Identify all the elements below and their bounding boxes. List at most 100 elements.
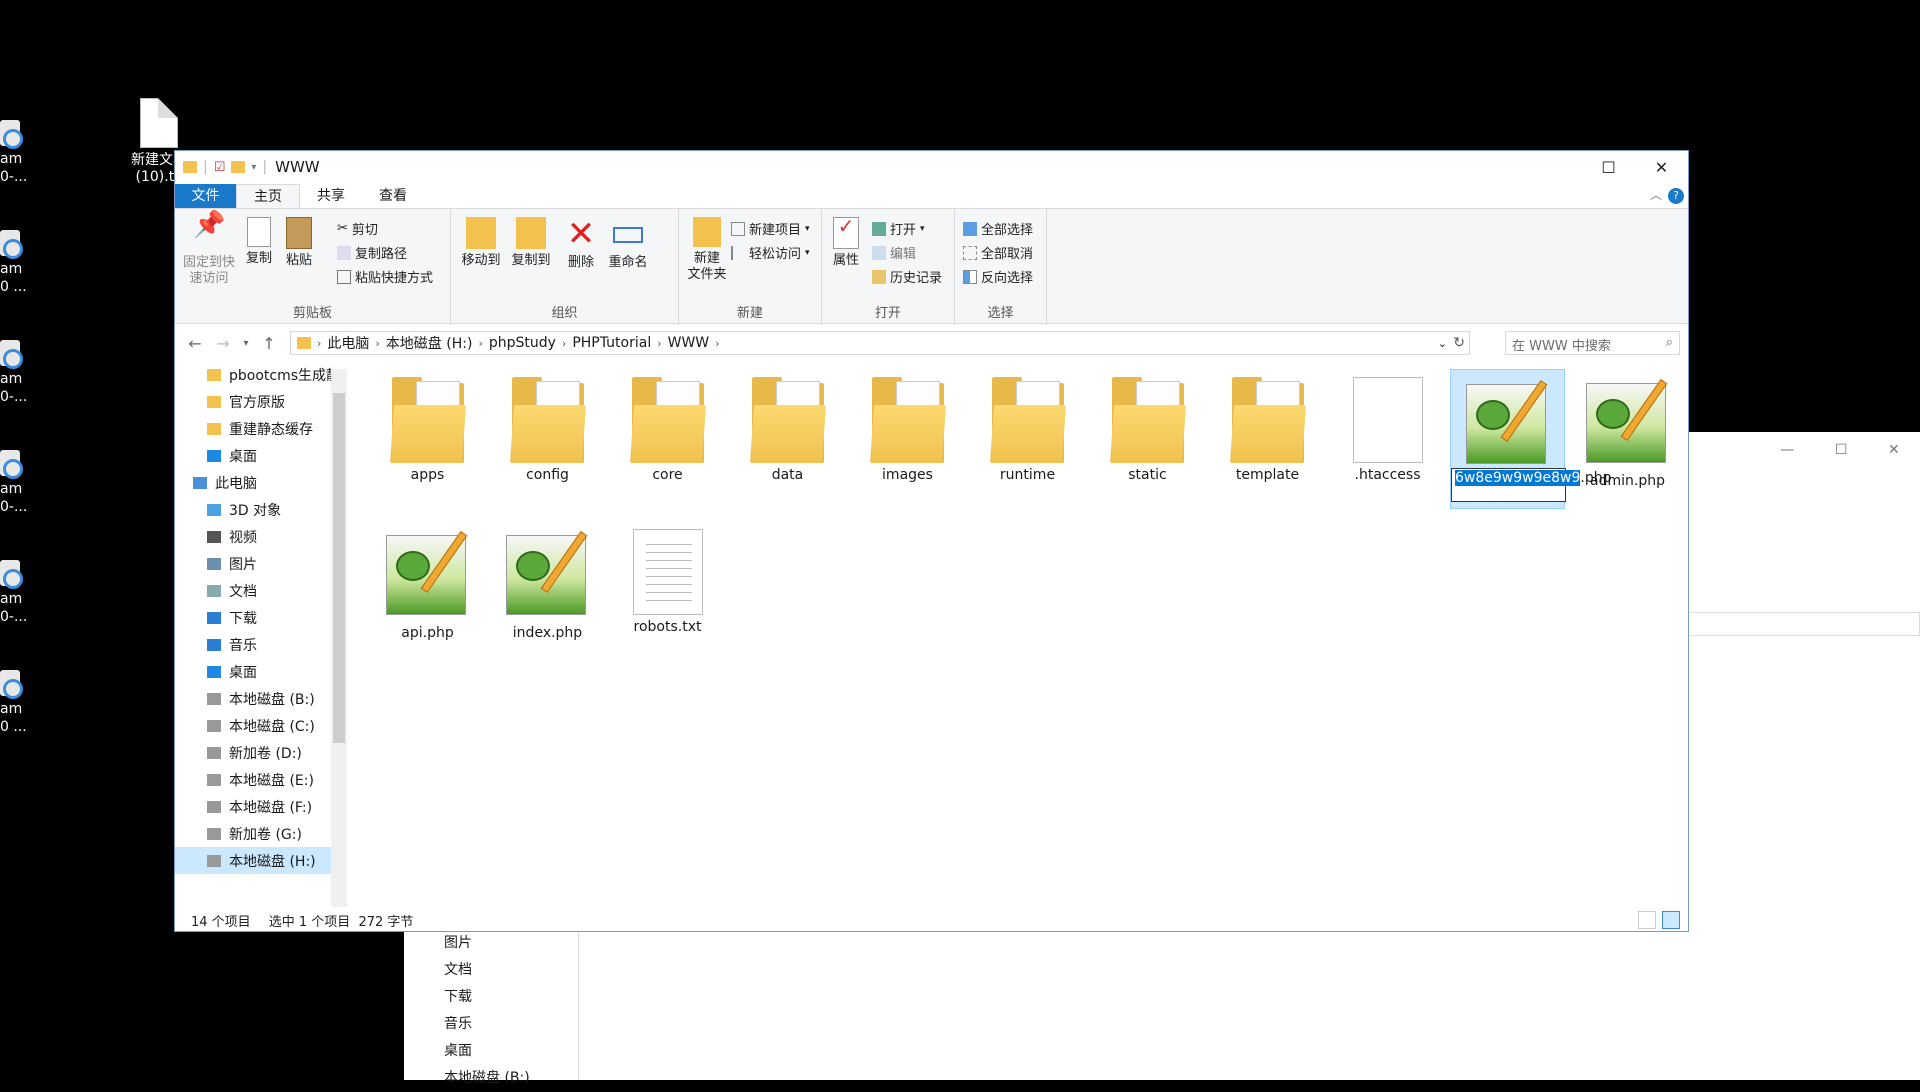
group-label-open: 打开 (874, 306, 901, 321)
desktop-shortcut[interactable]: am 0-... (0, 120, 34, 186)
select-none-button[interactable]: 全部取消 (963, 243, 1033, 262)
nav-item[interactable]: 重建静态缓存 (175, 415, 331, 442)
nav-item[interactable]: 本地磁盘 (B:) (175, 685, 331, 712)
file-item[interactable]: index.php (490, 521, 605, 661)
recent-chevron-icon[interactable]: ▾ (237, 338, 255, 349)
open-button[interactable]: 打开 ▾ (872, 219, 925, 238)
refresh-icon[interactable]: ↻ (1453, 335, 1465, 351)
file-item[interactable]: admin.php (1570, 369, 1685, 509)
nav-item[interactable]: 视频 (175, 523, 331, 550)
nav-item[interactable]: 新加卷 (D:) (175, 739, 331, 766)
bg-nav-item[interactable]: 文档 (444, 957, 472, 984)
new-folder-icon[interactable] (231, 161, 246, 173)
properties-button[interactable]: ✓ 属性 (826, 216, 866, 269)
file-name-label: index.php (512, 625, 583, 641)
nav-item[interactable]: 本地磁盘 (F:) (175, 793, 331, 820)
collapse-ribbon-icon[interactable]: ︿ (1650, 186, 1662, 203)
nav-item[interactable]: 本地磁盘 (H:) (175, 847, 331, 874)
details-view-button[interactable] (1638, 911, 1656, 929)
pin-quick-access-button[interactable]: 📌 固定到快 速访问 (181, 212, 237, 287)
nav-item[interactable]: 文档 (175, 577, 331, 604)
tab-home[interactable]: 主页 (236, 184, 300, 208)
file-item[interactable]: images (850, 369, 965, 509)
address-dropdown-chevron-icon[interactable]: ⌄ (1438, 337, 1447, 350)
desktop-shortcut[interactable]: am 0 ... (0, 670, 34, 736)
breadcrumb-item[interactable]: phpStudy (489, 335, 556, 351)
nav-item[interactable]: 此电脑 (175, 469, 331, 496)
breadcrumb-item[interactable]: PHPTutorial (572, 335, 651, 351)
bg-nav-item[interactable]: 图片 (444, 930, 472, 957)
large-icons-view-button[interactable] (1662, 911, 1680, 929)
file-item[interactable]: apps (370, 369, 485, 509)
desktop-shortcut[interactable]: am 0-... (0, 340, 34, 406)
copy-path-button[interactable]: 复制路径 (337, 243, 407, 262)
close-button[interactable]: ✕ (1635, 151, 1688, 183)
new-folder-icon (693, 217, 721, 247)
file-item[interactable]: robots.txt (610, 521, 725, 661)
nav-item[interactable]: 音乐 (175, 631, 331, 658)
file-item[interactable]: 6w8e9w9w9e8w9.php (1450, 369, 1612, 509)
search-input[interactable]: 在 WWW 中搜索 ⌕ (1505, 331, 1680, 355)
rename-button[interactable]: 重命名 (603, 217, 653, 271)
nav-item[interactable]: 本地磁盘 (E:) (175, 766, 331, 793)
back-arrow-icon[interactable]: ← (181, 334, 209, 353)
new-item-button[interactable]: 新建项目 ▾ (731, 219, 810, 238)
file-item[interactable]: .htaccess (1330, 369, 1445, 509)
breadcrumb[interactable]: › 此电脑 › 本地磁盘 (H:) › phpStudy › PHPTutorial ›… (290, 331, 1470, 355)
bg-nav-item[interactable]: 本地磁盘 (B:) (444, 1065, 530, 1092)
nav-scrollbar-thumb[interactable] (333, 393, 345, 743)
desktop-shortcut[interactable]: am 0-... (0, 560, 34, 626)
select-all-button[interactable]: 全部选择 (963, 219, 1033, 238)
file-item[interactable]: api.php (370, 521, 485, 661)
nav-item[interactable]: pbootcms生成静 (175, 361, 331, 388)
tab-view[interactable]: 查看 (362, 184, 424, 208)
bg-search-box[interactable] (1680, 612, 1920, 636)
forward-arrow-icon[interactable]: → (209, 334, 237, 353)
edit-button[interactable]: 编辑 (872, 243, 916, 262)
delete-button[interactable]: ✕ 删除 (561, 217, 601, 271)
properties-check-icon[interactable]: ☑ (214, 160, 226, 175)
invert-selection-button[interactable]: 反向选择 (963, 267, 1033, 286)
copy-button[interactable]: 复制 (241, 217, 277, 267)
new-folder-button[interactable]: 新建 文件夹 (685, 217, 729, 283)
nav-item[interactable]: 新加卷 (G:) (175, 820, 331, 847)
cut-button[interactable]: ✂ 剪切 (337, 219, 378, 238)
move-to-button[interactable]: 移动到 (457, 217, 505, 269)
nav-item[interactable]: 桌面 (175, 658, 331, 685)
file-item[interactable]: config (490, 369, 605, 509)
help-icon[interactable]: ? (1668, 188, 1684, 204)
bg-nav-item[interactable]: 音乐 (444, 1011, 472, 1038)
up-arrow-icon[interactable]: ↑ (255, 334, 283, 353)
maximize-button[interactable]: ☐ (1582, 151, 1635, 183)
nav-item[interactable]: 本地磁盘 (C:) (175, 712, 331, 739)
tab-share[interactable]: 共享 (300, 184, 362, 208)
easy-access-button[interactable]: 轻松访问 ▾ (731, 243, 810, 262)
tab-file[interactable]: 文件 (175, 184, 236, 208)
nav-item[interactable]: 图片 (175, 550, 331, 577)
bg-nav-item[interactable]: 下载 (444, 984, 472, 1011)
breadcrumb-item[interactable]: WWW (668, 335, 710, 351)
desktop-shortcut[interactable]: am 0 ... (0, 230, 34, 296)
desktop-shortcut[interactable]: am 0-... (0, 450, 34, 516)
breadcrumb-item[interactable]: 本地磁盘 (H:) (386, 333, 473, 353)
history-button[interactable]: 历史记录 (872, 267, 942, 286)
title-bar[interactable]: | ☑ ▾ | WWW ☐ ✕ (175, 151, 1688, 183)
bg-nav-item[interactable]: 桌面 (444, 1038, 472, 1065)
file-item[interactable]: static (1090, 369, 1205, 509)
file-item[interactable]: runtime (970, 369, 1085, 509)
breadcrumb-item[interactable]: 此电脑 (327, 333, 369, 353)
paste-shortcut-button[interactable]: 粘贴快捷方式 (337, 267, 433, 286)
chevron-down-icon[interactable]: ▾ (251, 162, 256, 173)
paste-button[interactable]: 粘贴 (281, 217, 317, 269)
file-item[interactable]: data (730, 369, 845, 509)
file-item[interactable]: core (610, 369, 725, 509)
nav-item[interactable]: 官方原版 (175, 388, 331, 415)
explorer-window[interactable]: | ☑ ▾ | WWW ☐ ✕ 文件 主页 共享 查看 ︿ ? 📌 固定到快 速… (174, 150, 1689, 932)
rename-input[interactable]: 6w8e9w9w9e8w9.php (1451, 468, 1612, 502)
nav-item[interactable]: 桌面 (175, 442, 331, 469)
nav-item[interactable]: 3D 对象 (175, 496, 331, 523)
file-item[interactable]: template (1210, 369, 1325, 509)
nav-item[interactable]: 下载 (175, 604, 331, 631)
nav-scrollbar[interactable] (331, 369, 347, 907)
copy-to-button[interactable]: 复制到 (507, 217, 555, 269)
